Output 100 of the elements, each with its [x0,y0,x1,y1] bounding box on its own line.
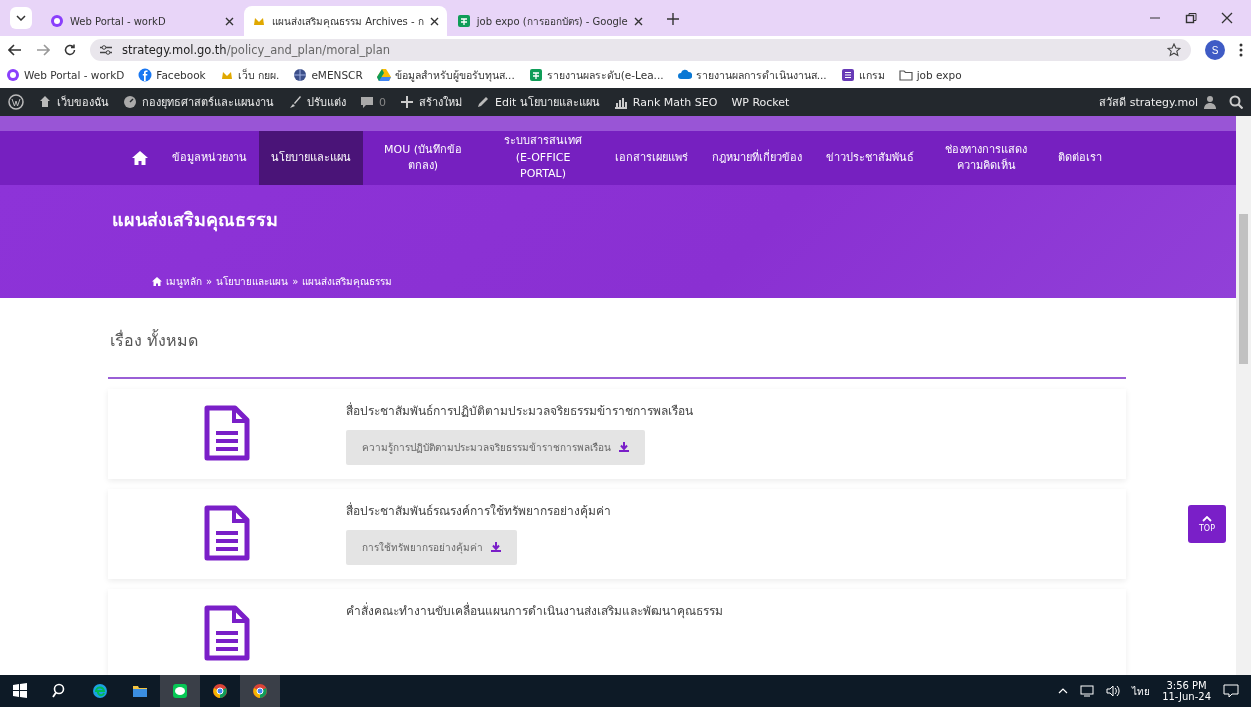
nav-menu-item[interactable]: MOU (บันทึกข้อตกลง) [363,131,483,185]
bookmark[interactable]: eMENSCR [293,68,363,82]
document-icon [204,605,250,661]
breadcrumb-link[interactable]: เมนูหลัก [166,273,202,289]
portal-icon [6,68,20,82]
breadcrumb-link[interactable]: แผนส่งเสริมคุณธรรม [302,273,393,289]
reload-icon[interactable] [64,44,76,56]
scrollbar[interactable] [1236,116,1251,675]
admin-bar-item[interactable]: กองยุทธศาสตร์และแผนงาน [123,93,274,111]
nav-menu-item[interactable]: ช่องทางการแสดงความคิดเห็น [926,131,1046,185]
spreadsheet-icon [528,68,543,82]
bookmark[interactable]: job expo [898,68,962,82]
cloud-icon [677,68,692,82]
search-icon[interactable] [1229,95,1243,109]
admin-greeting[interactable]: สวัสดี strategy.mol [1099,93,1217,111]
nav-menu-item[interactable]: ติดต่อเรา [1046,131,1114,185]
bookmark[interactable]: Web Portal - workD [6,68,125,82]
browser-tab[interactable]: Web Portal - workD [42,6,242,36]
document-title: คำสั่งคณะทำงานขับเคลื่อนแผนการดำเนินงานส่งเสริมและพัฒนาคุณธรรม [346,601,723,620]
home-icon [152,276,162,286]
list-icon [840,68,855,82]
gauge-icon [123,95,137,109]
speaker-icon[interactable] [1106,685,1121,697]
chevron-down-icon [16,15,26,21]
edge-browser-icon [92,683,108,699]
admin-bar-item[interactable]: ปรับแต่ง [288,93,346,111]
page-title: แผนส่งเสริมคุณธรรม [112,207,279,234]
browser-tab[interactable]: แผนส่งเสริมคุณธรรม Archives - ก [244,6,447,36]
bookmark[interactable]: รายงานผลการดำเนินงานส... [677,66,827,84]
close-icon[interactable] [225,16,234,26]
spreadsheet-icon [456,14,471,28]
document-icon [204,505,250,561]
breadcrumb-separator: » [206,275,213,287]
folder-icon [898,68,913,82]
close-icon[interactable] [633,16,643,26]
admin-bar-item[interactable]: สร้างใหม่ [400,93,462,111]
clock[interactable]: 3:56 PM 11-Jun-24 [1162,680,1211,702]
portal-icon [50,14,64,28]
nav-menu-item[interactable]: เอกสารเผยแพร่ [603,131,700,185]
back-arrow-icon[interactable] [8,44,22,56]
comment-icon [360,95,374,109]
chevron-up-icon[interactable] [1058,688,1069,694]
chart-icon [613,95,628,109]
download-button[interactable]: การใช้ทรัพยากรอย่างคุ้มค่า [346,530,517,565]
back-to-top-button[interactable]: TOP [1188,505,1226,543]
chevron-up-icon [1202,515,1212,522]
plus-icon [400,95,414,109]
admin-bar-item[interactable]: เว็บของฉัน [38,93,109,111]
admin-bar-item[interactable]: Rank Math SEO [613,95,718,109]
document-title: สื่อประชาสัมพันธ์รณรงค์การใช้ทรัพยากรอย่างคุ้มค่า [346,501,611,520]
more-menu-icon[interactable] [1239,43,1243,57]
browser-icon [212,683,228,699]
admin-bar-item[interactable]: WP Rocket [731,95,790,109]
plus-icon [666,13,679,25]
drive-icon [376,68,391,82]
taskbar-app[interactable] [240,675,280,707]
document-title: สื่อประชาสัมพันธ์การปฏิบัติตามประมวลจริยธรรมข้าราชการพลเรือน [346,401,693,420]
nav-menu-item[interactable]: ข่าวประชาสัมพันธ์ [814,131,926,185]
download-icon [491,542,501,553]
user-icon [1203,95,1217,109]
section-heading: เรื่อง ทั้งหมด [109,328,200,352]
address-bar[interactable]: strategy.mol.go.th/policy_and_plan/moral_plan [90,39,1191,61]
close-icon[interactable] [1221,12,1233,24]
pencil-icon [476,95,490,109]
forward-arrow-icon[interactable] [36,44,50,56]
chat-app-icon [172,683,188,699]
site-settings-icon[interactable] [100,45,112,55]
breadcrumb-separator: » [292,275,299,287]
nav-menu-item[interactable]: ระบบสารสนเทศ (E-OFFICE PORTAL) [483,131,603,185]
close-icon[interactable] [429,16,439,26]
restore-icon[interactable] [1185,12,1197,24]
tab-list-button[interactable] [10,7,32,29]
admin-bar-item[interactable]: Edit นโยบายและแผน [476,93,600,111]
brush-icon [288,95,302,109]
bookmark[interactable]: ข้อมูลสำหรับผู้ขอรับทุนส... [376,66,515,84]
taskbar-app[interactable] [160,675,200,707]
nav-menu-item[interactable]: นโยบายและแผน [259,131,363,185]
download-button[interactable]: ความรู้การปฏิบัติตามประมวลจริยธรรมข้าราชการพลเรือน [346,430,645,465]
breadcrumb-link[interactable]: นโยบายและแผน [216,273,289,289]
url-text: strategy.mol.go.th/policy_and_plan/moral_plan [122,43,391,57]
notification-icon[interactable] [1223,684,1239,698]
download-icon [619,442,629,453]
windows-logo-icon [12,683,28,699]
browser-icon [252,683,268,699]
input-language[interactable]: ไทย [1132,683,1151,699]
browser-tab[interactable]: job expo (การออกบัตร) - Google [448,6,651,36]
facebook-icon [138,68,153,82]
wordpress-logo-icon[interactable] [8,94,24,110]
bookmark[interactable]: รายงานผลระดับ(e-Lea... [528,66,664,84]
profile-avatar[interactable]: S [1205,40,1225,60]
network-icon[interactable] [1080,685,1095,697]
bookmark[interactable]: Facebook [138,68,206,82]
star-icon[interactable] [1167,43,1181,57]
nav-menu-item[interactable]: กฎหมายที่เกี่ยวข้อง [700,131,814,185]
home-icon [131,150,149,166]
bookmark[interactable]: เว็บ กยผ. [219,66,280,84]
nav-menu-item[interactable]: ข้อมูลหน่วยงาน [160,131,259,185]
admin-bar-item[interactable]: 0 [360,95,386,109]
document-icon [204,405,250,461]
bookmark[interactable]: แกรม [840,66,885,84]
